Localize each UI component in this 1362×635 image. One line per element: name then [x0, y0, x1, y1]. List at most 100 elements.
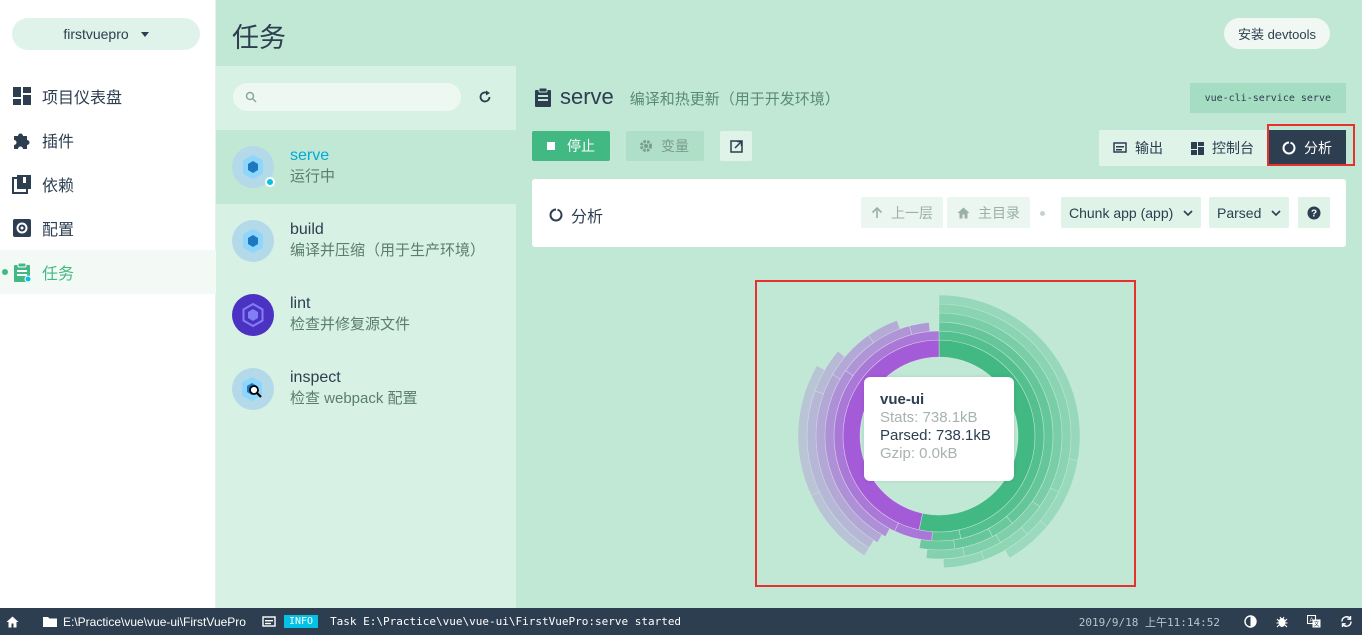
tab-label: 输出	[1135, 140, 1163, 156]
page-title: 任务	[232, 23, 286, 53]
nav-item-dependencies[interactable]: 依赖	[0, 162, 216, 206]
status-right: 2019/9/18 上午11:14:52 文A	[1079, 608, 1362, 635]
nav-item-tasks[interactable]: 任务	[0, 250, 216, 294]
gear-icon	[640, 140, 652, 152]
tab-output[interactable]: 输出	[1099, 130, 1177, 166]
help-button[interactable]: ?	[1298, 197, 1330, 228]
tab-label: 控制台	[1212, 140, 1254, 156]
log-level-badge: INFO	[283, 615, 319, 628]
dashboard-icon	[12, 86, 32, 106]
analyzer-title: 分析	[549, 203, 603, 227]
highlight-box	[1267, 124, 1355, 166]
svg-text:文: 文	[1313, 620, 1319, 628]
nav-item-label: 项目仪表盘	[42, 90, 123, 107]
task-list: serve 运行中 build 编译并压缩（用于生产环境） lint 检查并修复…	[216, 66, 516, 608]
terminal-icon	[1113, 142, 1127, 154]
arrow-up-icon	[871, 206, 883, 219]
task-item-inspect[interactable]: inspect 检查 webpack 配置	[216, 352, 516, 426]
open-external-button[interactable]	[720, 131, 752, 161]
left-nav: firstvuepro 项目仪表盘 插件 依赖 配置 任务	[0, 0, 216, 608]
task-name: lint	[290, 295, 311, 312]
chevron-down-icon	[1183, 209, 1193, 216]
task-desc: 检查并修复源文件	[290, 316, 411, 333]
variables-label: 变量	[661, 138, 689, 154]
stop-button[interactable]: 停止	[532, 131, 610, 161]
project-select[interactable]: firstvuepro	[12, 18, 200, 50]
clipboard-icon	[12, 262, 32, 282]
chevron-down-icon	[1271, 209, 1281, 216]
analyzer-title-label: 分析	[571, 209, 604, 226]
install-devtools-button[interactable]: 安装 devtools	[1223, 18, 1330, 49]
webpack-icon	[232, 220, 274, 262]
chevron-down-icon	[140, 31, 149, 37]
search-icon	[245, 91, 257, 103]
search-input[interactable]	[233, 83, 461, 111]
status-time: 2019/9/18 上午11:14:52	[1078, 615, 1220, 629]
project-path[interactable]: E:\Practice\vue\vue-ui\FirstVuePro	[63, 608, 246, 635]
gear-icon	[12, 218, 32, 238]
nav-item-dashboard[interactable]: 项目仪表盘	[0, 74, 216, 118]
separator-dot	[1040, 211, 1045, 216]
webpack-inspect-icon	[232, 368, 274, 410]
stop-label: 停止	[567, 138, 595, 154]
size-select-value: Parsed	[1217, 204, 1262, 221]
command-badge: vue-cli-service serve	[1189, 83, 1346, 113]
go-up-button[interactable]: 上一层	[861, 197, 943, 228]
page-header: 任务 安装 devtools	[216, 0, 1362, 66]
folder-icon	[43, 608, 57, 635]
puzzle-icon	[12, 130, 32, 150]
home-label: 主目录	[978, 204, 1020, 221]
svg-text:A: A	[1309, 618, 1313, 624]
nav-item-config[interactable]: 配置	[0, 206, 216, 250]
nav-item-plugins[interactable]: 插件	[0, 118, 216, 162]
chunk-select[interactable]: Chunk app (app)	[1061, 197, 1202, 228]
refresh-icon[interactable]	[1330, 608, 1362, 635]
spinner-icon	[549, 208, 563, 222]
open-in-new-icon	[729, 139, 743, 153]
dark-mode-icon[interactable]	[1234, 608, 1266, 635]
size-select[interactable]: Parsed	[1209, 197, 1290, 228]
tab-dashboard[interactable]: 控制台	[1177, 130, 1268, 166]
task-name: serve	[290, 147, 330, 164]
chart-tooltip: vue-ui Stats: 738.1kB Parsed: 738.1kB Gz…	[864, 377, 1014, 481]
task-name: build	[290, 221, 324, 238]
bug-icon[interactable]	[1266, 608, 1298, 635]
webpack-icon	[232, 146, 275, 188]
nav-list: 项目仪表盘 插件 依赖 配置 任务	[0, 74, 216, 294]
log-icon[interactable]	[262, 608, 276, 635]
task-desc: 编译并压缩（用于生产环境）	[290, 242, 486, 259]
home-icon[interactable]	[6, 608, 19, 635]
help-icon: ?	[1307, 206, 1321, 219]
dashboard-icon	[1191, 141, 1204, 155]
nav-item-label: 任务	[42, 266, 75, 283]
eslint-icon	[232, 294, 274, 336]
task-title-name: serve	[560, 84, 614, 109]
variables-button[interactable]: 变量	[626, 131, 704, 161]
task-detail: serve 编译和热更新（用于开发环境） vue-cli-service ser…	[516, 66, 1362, 608]
refresh-icon[interactable]	[476, 88, 494, 106]
task-item-serve[interactable]: serve 运行中	[216, 130, 516, 204]
task-item-lint[interactable]: lint 检查并修复源文件	[216, 278, 516, 352]
home-icon	[957, 207, 970, 219]
stop-icon	[547, 142, 555, 150]
home-button[interactable]: 主目录	[947, 197, 1030, 228]
running-indicator	[265, 177, 275, 187]
status-bar: E:\Practice\vue\vue-ui\FirstVuePro INFO …	[0, 608, 1362, 635]
task-desc: 运行中	[290, 168, 336, 185]
go-up-label: 上一层	[891, 204, 933, 221]
task-item-build[interactable]: build 编译并压缩（用于生产环境）	[216, 204, 516, 278]
task-name: inspect	[290, 369, 341, 386]
log-message[interactable]: Task E:\Practice\vue\vue-ui\FirstVuePro:…	[330, 615, 681, 628]
tooltip-parsed: Parsed: 738.1kB	[880, 427, 991, 444]
analyzer-toolbar: 分析 上一层 主目录 Chunk app (app) Parsed ?	[532, 179, 1346, 247]
svg-text:?: ?	[1311, 208, 1317, 219]
translate-icon[interactable]: 文A	[1298, 608, 1330, 635]
clipboard-icon	[535, 87, 551, 107]
task-title: serve 编译和热更新（用于开发环境）	[534, 84, 840, 110]
nav-item-label: 依赖	[42, 178, 75, 195]
chunk-select-value: Chunk app (app)	[1069, 204, 1174, 221]
tooltip-name: vue-ui	[880, 391, 925, 408]
library-icon	[12, 174, 32, 194]
tooltip-stats: Stats: 738.1kB	[880, 409, 978, 426]
nav-item-label: 插件	[42, 134, 75, 151]
